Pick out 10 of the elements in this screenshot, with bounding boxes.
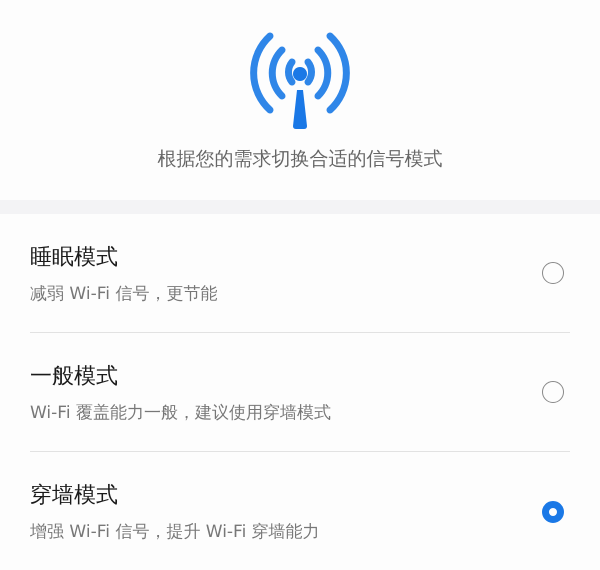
mode-description: Wi-Fi 覆盖能力一般，建议使用穿墙模式 — [30, 402, 331, 424]
mode-description: 减弱 Wi-Fi 信号，更节能 — [30, 282, 218, 304]
mode-title: 睡眠模式 — [30, 244, 119, 272]
radio-button[interactable] — [542, 381, 564, 403]
description-text: 根据您的需求切换合适的信号模式 — [158, 147, 442, 172]
radio-button[interactable] — [542, 262, 564, 284]
radio-button[interactable] — [542, 500, 564, 522]
mode-title: 一般模式 — [30, 362, 119, 390]
mode-title: 穿墙模式 — [30, 482, 119, 510]
mode-description: 增强 Wi-Fi 信号，提升 Wi-Fi 穿墙能力 — [30, 521, 320, 543]
